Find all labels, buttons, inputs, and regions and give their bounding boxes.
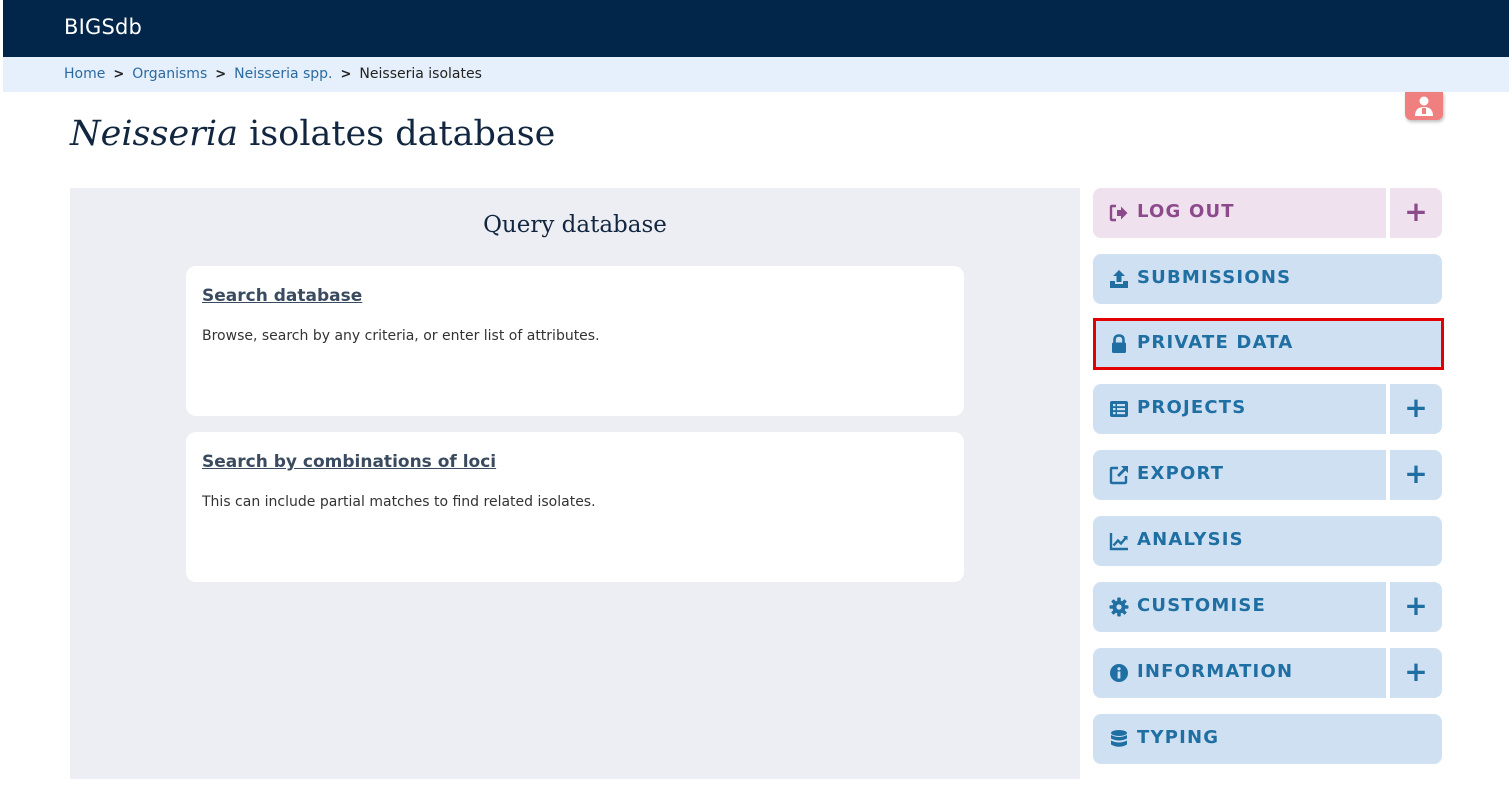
top-navbar: BIGSdb [3,0,1509,57]
chart-line-icon [1109,533,1128,551]
export-button[interactable]: EXPORT [1093,450,1386,500]
page-title: Neisseria isolates database [70,114,555,154]
export-expand-button[interactable]: + [1390,450,1442,500]
info-icon [1110,664,1128,682]
breadcrumb-separator: > [340,66,352,82]
customise-button[interactable]: CUSTOMISE [1093,582,1386,632]
projects-label: PROJECTS [1137,397,1247,418]
breadcrumb-organisms[interactable]: Organisms [132,66,207,82]
logout-icon [1109,204,1128,222]
search-database-card: Search database Browse, search by any cr… [186,266,964,416]
breadcrumb: Home > Organisms > Neisseria spp. > Neis… [3,57,1509,92]
search-loci-card: Search by combinations of loci This can … [186,432,964,582]
search-database-link[interactable]: Search database [202,286,362,306]
logout-expand-button[interactable]: + [1390,188,1442,238]
search-database-description: Browse, search by any criteria, or enter… [202,328,600,344]
information-button[interactable]: INFORMATION [1093,648,1386,698]
logout-button[interactable]: LOG OUT [1093,188,1386,238]
query-panel-title: Query database [483,212,667,238]
information-expand-button[interactable]: + [1390,648,1442,698]
analysis-button[interactable]: ANALYSIS [1093,516,1442,566]
list-icon [1110,401,1128,417]
submissions-label: SUBMISSIONS [1137,267,1292,288]
gear-icon [1109,597,1129,617]
external-link-icon [1109,466,1128,485]
search-loci-link[interactable]: Search by combinations of loci [202,452,496,472]
information-label: INFORMATION [1137,661,1294,682]
search-loci-description: This can include partial matches to find… [202,494,596,510]
breadcrumb-home[interactable]: Home [64,66,105,82]
database-icon [1111,730,1127,747]
user-icon [1415,96,1433,116]
query-panel: Query database Search database Browse, s… [70,188,1080,779]
customise-expand-button[interactable]: + [1390,582,1442,632]
analysis-label: ANALYSIS [1137,529,1244,550]
breadcrumb-separator: > [215,66,227,82]
logout-label: LOG OUT [1137,201,1235,222]
page-title-rest: isolates database [237,114,556,154]
user-account-button[interactable] [1405,92,1443,120]
private-data-button[interactable]: PRIVATE DATA [1093,319,1442,369]
breadcrumb-separator: > [113,66,125,82]
export-label: EXPORT [1137,463,1225,484]
page-title-genus: Neisseria [70,114,238,154]
projects-expand-button[interactable]: + [1390,384,1442,434]
private-data-label: PRIVATE DATA [1137,332,1294,353]
customise-label: CUSTOMISE [1137,595,1267,616]
upload-icon [1110,270,1128,288]
breadcrumb-neisseria-spp[interactable]: Neisseria spp. [234,66,332,82]
submissions-button[interactable]: SUBMISSIONS [1093,254,1442,304]
projects-button[interactable]: PROJECTS [1093,384,1386,434]
breadcrumb-current: Neisseria isolates [359,66,482,82]
typing-label: TYPING [1137,727,1220,748]
brand-logo[interactable]: BIGSdb [64,15,142,39]
typing-button[interactable]: TYPING [1093,714,1442,764]
lock-icon [1112,334,1126,353]
